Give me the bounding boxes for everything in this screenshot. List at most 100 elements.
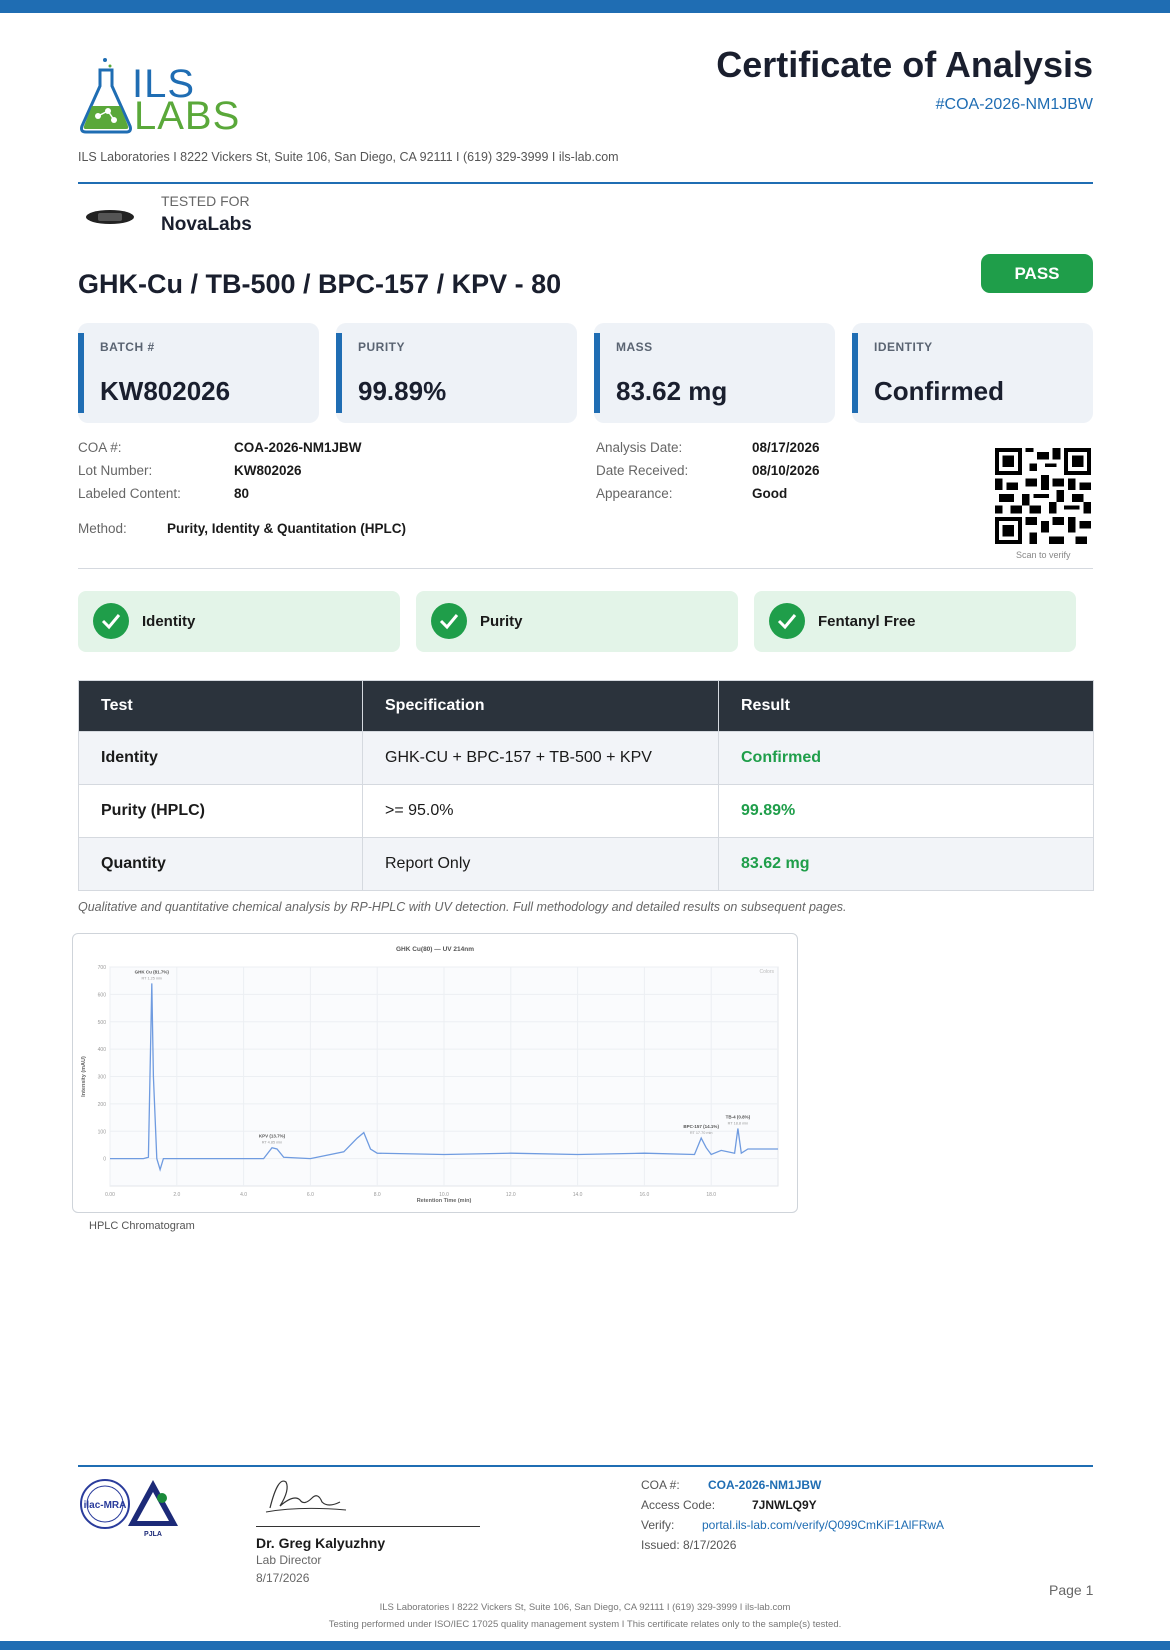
y-tick-label: 400 <box>98 1047 107 1053</box>
product-name: GHK-Cu / TB-500 / BPC-157 / KPV - 80 <box>78 269 562 299</box>
peak-label: KPV (13.7%) <box>259 1134 286 1139</box>
check-icon <box>93 603 129 639</box>
card-value: KW802026 <box>100 376 231 406</box>
detail-coa-value: COA-2026-NM1JBW <box>234 440 362 455</box>
card-value: 99.89% <box>358 376 447 406</box>
tested-for-label: TESTED FOR <box>161 193 250 209</box>
table-row: Identity GHK-CU + BPC-157 + TB-500 + KPV… <box>78 731 1094 785</box>
spec-cell: >= 95.0% <box>362 784 719 838</box>
card-label: MASS <box>616 340 653 354</box>
detail-lot-value: KW802026 <box>234 463 302 478</box>
bottom-accent-bar <box>0 1641 1170 1650</box>
detail-method: Method: <box>78 521 127 536</box>
x-tick-label: 6.0 <box>307 1192 314 1198</box>
signer-date: 8/17/2026 <box>256 1571 310 1585</box>
check-identity: Identity <box>78 591 400 652</box>
footer-issued: Issued: 8/17/2026 <box>641 1538 737 1552</box>
peak-sublabel: RT 1.25 min <box>141 976 162 980</box>
top-accent-bar <box>0 0 1170 13</box>
coa-id: #COA-2026-NM1JBW <box>935 96 1093 113</box>
test-cell: Identity <box>78 731 363 785</box>
pjla-logo: PJLA <box>128 1480 178 1538</box>
qr-caption: Scan to verify <box>1016 550 1071 560</box>
identity-card: IDENTITY Confirmed <box>852 323 1093 423</box>
detail-analysis-date: Analysis Date: <box>596 440 683 455</box>
footer-access-label: Access Code: <box>641 1498 716 1512</box>
detail-lot: Lot Number: <box>78 463 153 478</box>
legend-text: Colors <box>760 969 775 975</box>
check-label: Identity <box>142 613 196 630</box>
table-row: Purity (HPLC) >= 95.0% 99.89% <box>78 784 1094 838</box>
result-cell: 83.62 mg <box>718 837 1094 891</box>
x-tick-label: 0.00 <box>105 1192 115 1198</box>
card-label: PURITY <box>358 340 406 354</box>
lab-address: ILS Laboratories I 8222 Vickers St, Suit… <box>78 150 619 164</box>
column-header: Result <box>718 680 1094 732</box>
footer-disclaimer: Testing performed under ISO/IEC 17025 qu… <box>328 1619 842 1630</box>
detail-labeled: Labeled Content: <box>78 486 181 501</box>
detail-received: Date Received: <box>596 463 689 478</box>
peak-sublabel: RT 4.85 min <box>262 1141 283 1145</box>
ilac-mra-logo: ilac-MRA <box>80 1479 130 1529</box>
client-name: NovaLabs <box>161 214 252 235</box>
logo-text-labs: LABS <box>134 94 241 138</box>
y-tick-label: 700 <box>98 965 107 971</box>
peak-label: BPC-157 (14.1%) <box>683 1124 719 1129</box>
check-label: Purity <box>480 613 523 630</box>
document-title: Certificate of Analysis <box>716 44 1093 85</box>
detail-appearance: Appearance: <box>596 486 673 501</box>
signature-line <box>256 1526 480 1527</box>
signature <box>265 1480 347 1513</box>
pjla-text: PJLA <box>144 1531 162 1538</box>
table-row: Quantity Report Only 83.62 mg <box>78 837 1094 891</box>
x-tick-label: 12.0 <box>506 1192 516 1198</box>
divider <box>78 568 1093 569</box>
signer-name: Dr. Greg Kalyuzhny <box>256 1535 386 1551</box>
x-tick-label: 4.0 <box>240 1192 247 1198</box>
detail-analysis-date-value: 08/17/2026 <box>752 440 820 455</box>
check-icon <box>769 603 805 639</box>
table-header-row: Test Specification Result <box>78 680 1094 732</box>
x-tick-label: 16.0 <box>640 1192 650 1198</box>
chromatogram-svg: 0.00 2.0 4.0 6.0 8.0 10.0 12.0 14.0 16.0 18.00100… <box>81 946 779 1204</box>
x-axis-label: Retention Time (min) <box>417 1198 472 1204</box>
footer-coa-value: COA-2026-NM1JBW <box>708 1478 822 1492</box>
ilac-text: ilac-MRA <box>84 1500 127 1511</box>
page-number: Page 1 <box>1049 1582 1094 1598</box>
results-table: Test Specification Result Identity GHK-C… <box>78 680 1094 891</box>
detail-received-value: 08/10/2026 <box>752 463 820 478</box>
result-cell: Confirmed <box>718 731 1094 785</box>
check-fentanyl-free: Fentanyl Free <box>754 591 1076 652</box>
peak-sublabel: RT 18.8 min <box>728 1122 749 1126</box>
detail-appearance-value: Good <box>752 486 788 501</box>
ils-labs-logo: ILS LABS <box>78 56 248 138</box>
x-tick-label: 8.0 <box>374 1192 381 1198</box>
divider <box>78 182 1093 184</box>
spec-cell: Report Only <box>362 837 719 891</box>
chart-caption: HPLC Chromatogram <box>89 1220 195 1232</box>
footer-verify-label: Verify: <box>641 1518 675 1532</box>
footer-address: ILS Laboratories I 8222 Vickers St, Suit… <box>379 1602 791 1613</box>
chromatogram-chart: 0.00 2.0 4.0 6.0 8.0 10.0 12.0 14.0 16.0 18.0 0 100… <box>72 933 798 1213</box>
signer-role: Lab Director <box>256 1553 322 1567</box>
detail-labeled-value: 80 <box>234 486 250 501</box>
status-badge: PASS <box>981 254 1093 293</box>
peak-label: TB-4 (0.8%) <box>726 1115 751 1120</box>
card-value: 83.62 mg <box>616 376 728 406</box>
verify-link[interactable]: portal.ils-lab.com/verify/Q099CmKiF1AlFR… <box>702 1518 944 1532</box>
y-tick-label: 0 <box>103 1157 106 1163</box>
card-label: IDENTITY <box>874 340 933 354</box>
card-value: Confirmed <box>874 376 1004 406</box>
x-tick-label: 2.0 <box>173 1192 180 1198</box>
y-tick-label: 100 <box>98 1129 107 1135</box>
y-tick-label: 500 <box>98 1020 107 1026</box>
result-cell: 99.89% <box>718 784 1094 838</box>
qr-code[interactable] <box>995 448 1091 544</box>
x-tick-label: 18.0 <box>706 1192 716 1198</box>
check-purity: Purity <box>416 591 738 652</box>
y-tick-label: 200 <box>98 1102 107 1108</box>
detail-method-value: Purity, Identity & Quantitation (HPLC) <box>167 521 406 536</box>
x-tick-label: 14.0 <box>573 1192 583 1198</box>
check-icon <box>431 603 467 639</box>
peak-sublabel: RT 17.70 min <box>690 1131 713 1135</box>
